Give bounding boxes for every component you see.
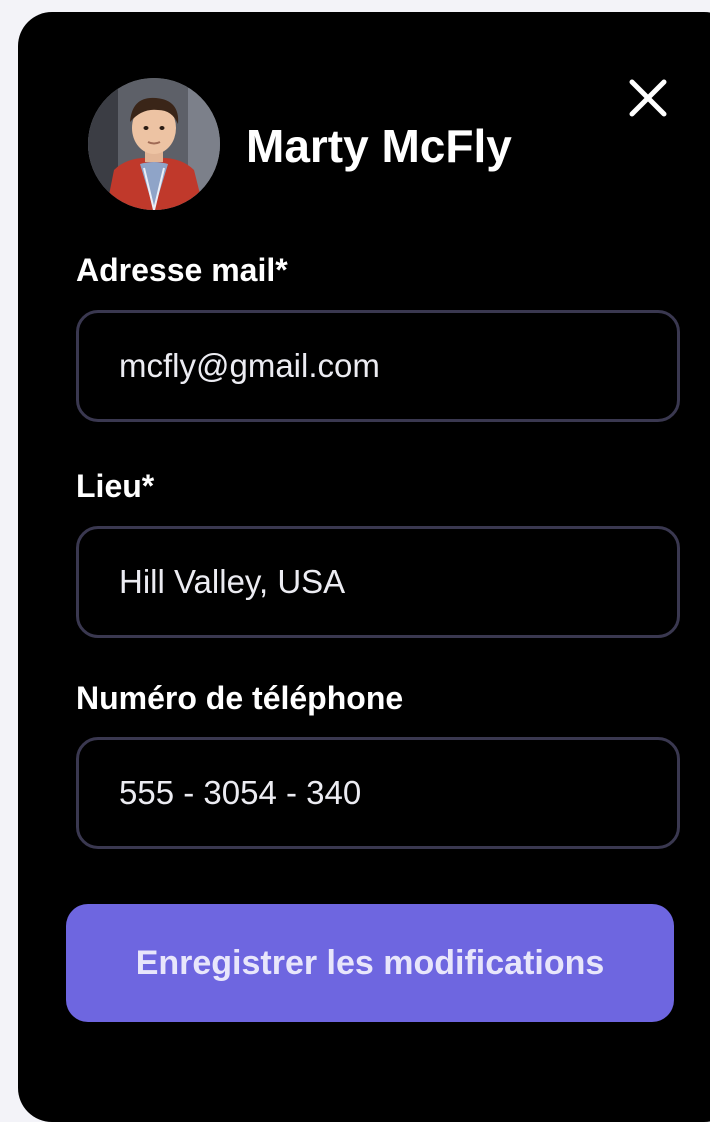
- profile-name: Marty McFly: [246, 120, 512, 172]
- close-button[interactable]: [626, 76, 670, 120]
- phone-field[interactable]: [119, 740, 659, 846]
- save-button[interactable]: Enregistrer les modifications: [66, 904, 674, 1022]
- location-field-box[interactable]: [76, 526, 680, 638]
- email-field[interactable]: [119, 313, 659, 419]
- avatar: [88, 78, 220, 210]
- phone-field-box[interactable]: [76, 737, 680, 849]
- avatar-photo: [88, 78, 220, 210]
- email-field-box[interactable]: [76, 310, 680, 422]
- phone-label: Numéro de téléphone: [76, 680, 404, 716]
- location-label: Lieu*: [76, 468, 155, 504]
- email-label: Adresse mail*: [76, 252, 288, 288]
- close-icon[interactable]: [626, 76, 670, 120]
- location-field[interactable]: [119, 529, 659, 635]
